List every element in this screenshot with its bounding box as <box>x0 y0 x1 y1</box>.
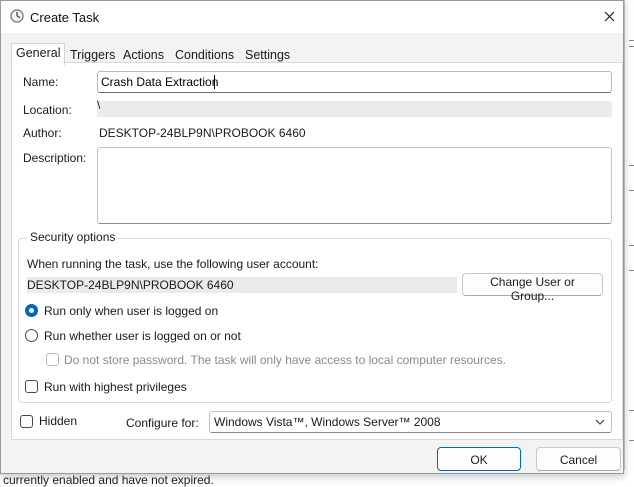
no-store-password-label: Do not store password. The task will onl… <box>64 353 506 367</box>
create-task-dialog: Create Task General Triggers Actions Con… <box>0 0 624 474</box>
description-label: Description: <box>23 151 87 165</box>
account-prompt: When running the task, use the following… <box>27 257 319 271</box>
description-field[interactable] <box>97 147 612 224</box>
hidden-label[interactable]: Hidden <box>39 414 77 428</box>
run-logged-on-radio[interactable] <box>25 304 38 317</box>
user-account-value: DESKTOP-24BLP9N\PROBOOK 6460 <box>27 278 234 292</box>
configure-for-value: Windows Vista™, Windows Server™ 2008 <box>214 415 441 429</box>
tab-conditions[interactable]: Conditions <box>170 45 239 63</box>
configure-for-label: Configure for: <box>126 416 199 430</box>
security-options-group: Security options When running the task, … <box>18 230 612 403</box>
text-caret <box>214 75 215 89</box>
ok-button[interactable]: OK <box>437 447 521 471</box>
location-value: \ <box>97 98 101 112</box>
author-label: Author: <box>23 126 62 140</box>
general-tab-panel: Name: Location: \ Author: DESKTOP-24BLP9… <box>11 62 623 440</box>
user-account-box: DESKTOP-24BLP9N\PROBOOK 6460 <box>27 277 457 293</box>
highest-privileges-label[interactable]: Run with highest privileges <box>44 380 187 394</box>
configure-for-select[interactable]: Windows Vista™, Windows Server™ 2008 <box>209 411 612 433</box>
tab-settings[interactable]: Settings <box>240 45 295 63</box>
name-label: Name: <box>23 75 59 89</box>
task-scheduler-clock-icon <box>10 9 24 23</box>
security-options-title: Security options <box>27 230 119 244</box>
tab-actions[interactable]: Actions <box>118 45 169 63</box>
name-field[interactable] <box>97 71 612 93</box>
run-whether-logged-on-radio[interactable] <box>25 329 38 342</box>
change-user-button[interactable]: Change User or Group... <box>462 273 603 303</box>
background-window-edge <box>624 0 634 487</box>
tab-general[interactable]: General <box>11 43 66 65</box>
chevron-down-icon <box>595 419 605 425</box>
cancel-button[interactable]: Cancel <box>536 447 621 471</box>
author-value: DESKTOP-24BLP9N\PROBOOK 6460 <box>99 126 306 140</box>
background-status-text: currently enabled and have not expired. <box>3 473 214 487</box>
run-logged-on-label[interactable]: Run only when user is logged on <box>44 304 218 318</box>
hidden-checkbox[interactable] <box>20 415 33 428</box>
close-icon[interactable] <box>597 5 621 29</box>
location-label: Location: <box>23 103 72 117</box>
location-value-box: \ <box>97 98 612 117</box>
highest-privileges-checkbox[interactable] <box>25 380 38 393</box>
window-title: Create Task <box>30 10 100 25</box>
run-whether-logged-on-label[interactable]: Run whether user is logged on or not <box>44 329 241 343</box>
no-store-password-checkbox[interactable] <box>46 353 59 366</box>
tab-triggers[interactable]: Triggers <box>65 45 120 63</box>
title-bar[interactable]: Create Task <box>1 1 623 33</box>
